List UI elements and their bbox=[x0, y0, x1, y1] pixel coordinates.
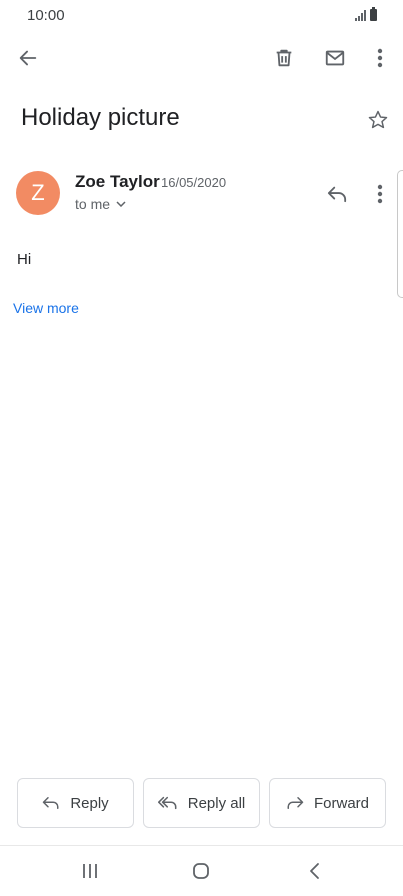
reply-icon bbox=[43, 797, 59, 809]
back-icon bbox=[310, 863, 319, 879]
delete-button[interactable] bbox=[266, 40, 302, 76]
more-options-button[interactable] bbox=[362, 40, 398, 76]
chevron-down-icon bbox=[116, 201, 126, 207]
forward-icon bbox=[287, 797, 304, 809]
mail-icon bbox=[325, 50, 345, 66]
recipients-label: to me bbox=[75, 196, 111, 212]
reply-all-button[interactable]: Reply all bbox=[143, 778, 260, 828]
star-icon bbox=[368, 110, 388, 129]
status-time: 10:00 bbox=[27, 7, 65, 24]
nav-home-button[interactable] bbox=[192, 862, 210, 880]
sender-name: Zoe Taylor bbox=[75, 172, 160, 191]
signal-icon bbox=[355, 10, 366, 21]
quick-reply-button[interactable] bbox=[319, 176, 355, 212]
sender-date: 16/05/2020 bbox=[161, 175, 227, 190]
star-button[interactable] bbox=[361, 103, 395, 137]
battery-icon bbox=[370, 7, 377, 21]
message-more-button[interactable] bbox=[362, 176, 398, 212]
more-vert-icon bbox=[377, 184, 383, 204]
email-subject: Holiday picture bbox=[21, 104, 180, 131]
forward-button[interactable]: Forward bbox=[269, 778, 386, 828]
sender-avatar[interactable]: Z bbox=[16, 171, 60, 215]
nav-recents-button[interactable] bbox=[80, 862, 100, 880]
more-vert-icon bbox=[377, 48, 383, 68]
recipients-toggle[interactable]: to me bbox=[75, 196, 126, 212]
view-more-link[interactable]: View more bbox=[13, 300, 79, 316]
scroll-handle[interactable] bbox=[397, 170, 403, 298]
reply-button[interactable]: Reply bbox=[17, 778, 134, 828]
reply-all-label: Reply all bbox=[187, 794, 246, 812]
status-icons bbox=[355, 7, 377, 21]
forward-label: Forward bbox=[313, 794, 369, 812]
mark-unread-button[interactable] bbox=[317, 40, 353, 76]
nav-back-button[interactable] bbox=[306, 862, 324, 880]
home-icon bbox=[193, 863, 209, 879]
trash-icon bbox=[276, 49, 292, 67]
recents-icon bbox=[83, 864, 97, 878]
reply-all-icon bbox=[157, 796, 177, 810]
reply-icon bbox=[327, 186, 347, 203]
email-body: Hi bbox=[17, 251, 32, 268]
nav-divider bbox=[0, 845, 403, 846]
back-button[interactable] bbox=[10, 40, 46, 76]
reply-label: Reply bbox=[70, 794, 109, 812]
back-arrow-icon bbox=[19, 50, 37, 66]
